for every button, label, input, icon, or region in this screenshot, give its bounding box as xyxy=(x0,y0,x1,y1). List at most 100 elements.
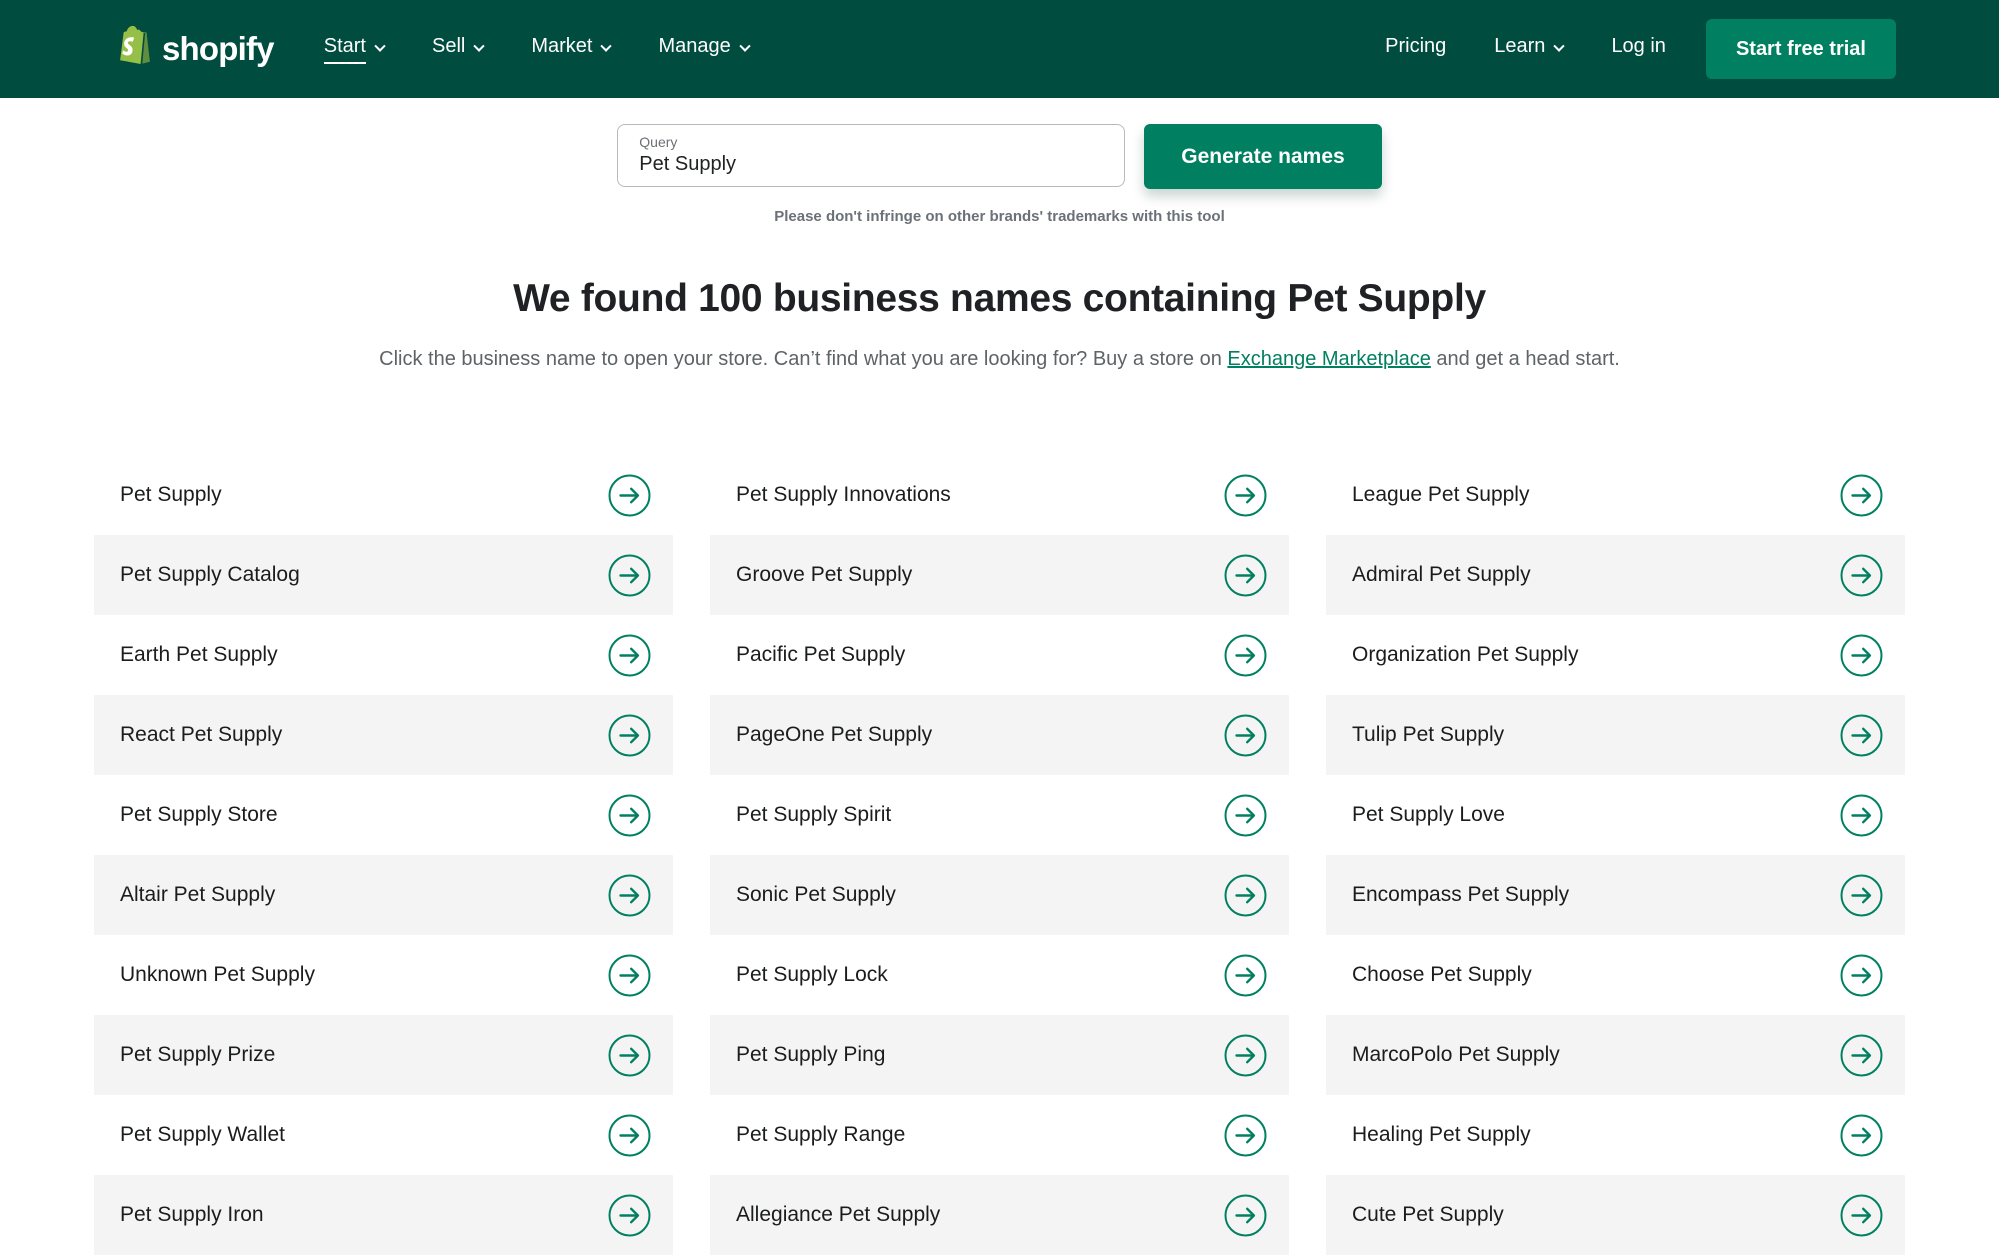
arrow-right-icon xyxy=(608,1194,651,1236)
business-name-row[interactable]: Pet Supply Catalog xyxy=(94,535,673,615)
business-name-label: Allegiance Pet Supply xyxy=(736,1203,941,1226)
chevron-down-icon xyxy=(1553,40,1566,52)
business-name-row[interactable]: Earth Pet Supply xyxy=(94,615,673,695)
query-section: Query Generate names xyxy=(0,124,1999,189)
business-name-label: Groove Pet Supply xyxy=(736,563,913,586)
query-field[interactable]: Query xyxy=(617,124,1126,187)
arrow-right-icon xyxy=(1224,474,1267,516)
arrow-right-icon xyxy=(1840,714,1883,756)
business-name-label: Earth Pet Supply xyxy=(120,643,278,666)
business-name-row[interactable]: Sonic Pet Supply xyxy=(710,855,1289,935)
arrow-right-icon xyxy=(608,1114,651,1156)
arrow-right-icon xyxy=(1840,874,1883,916)
business-name-label: Cute Pet Supply xyxy=(1352,1203,1504,1226)
business-name-row[interactable]: Altair Pet Supply xyxy=(94,855,673,935)
business-name-row[interactable]: Pet Supply Ping xyxy=(710,1015,1289,1095)
arrow-right-icon xyxy=(1224,1034,1267,1076)
business-name-row[interactable]: PageOne Pet Supply xyxy=(710,695,1289,775)
top-navigation-bar: shopify Start Sell Market Manage Pricing… xyxy=(0,0,1999,98)
nav-item-learn[interactable]: Learn xyxy=(1494,35,1566,64)
results-title: We found 100 business names containing P… xyxy=(513,277,1486,320)
business-name-label: Tulip Pet Supply xyxy=(1352,723,1505,746)
arrow-right-icon xyxy=(608,474,651,516)
results-subtitle-text: and get a head start. xyxy=(1430,348,1620,370)
business-name-row[interactable]: Pet Supply Prize xyxy=(94,1015,673,1095)
results-column: Pet Supply Pet Supply Catalog Earth Pet Su… xyxy=(94,455,673,1255)
business-name-row[interactable]: Cute Pet Supply xyxy=(1326,1175,1905,1255)
arrow-right-icon xyxy=(1224,1114,1267,1156)
business-name-row[interactable]: Encompass Pet Supply xyxy=(1326,855,1905,935)
business-name-label: Pet Supply Spirit xyxy=(736,803,892,826)
start-free-trial-button[interactable]: Start free trial xyxy=(1705,19,1896,79)
shopify-wordmark: shopify xyxy=(162,30,275,67)
shopify-bag-icon xyxy=(112,24,152,74)
arrow-right-icon xyxy=(1840,1194,1883,1236)
business-name-row[interactable]: Pet Supply Range xyxy=(710,1095,1289,1175)
nav-item-start[interactable]: Start xyxy=(323,35,386,64)
nav-item-pricing[interactable]: Pricing xyxy=(1385,35,1446,64)
business-name-row[interactable]: React Pet Supply xyxy=(94,695,673,775)
arrow-right-icon xyxy=(1224,954,1267,996)
arrow-right-icon xyxy=(608,714,651,756)
arrow-right-icon xyxy=(608,1034,651,1076)
business-name-row[interactable]: Pet Supply Spirit xyxy=(710,775,1289,855)
secondary-nav: Pricing Learn Log in Start free trial xyxy=(1385,19,1896,79)
nav-item-login[interactable]: Log in xyxy=(1611,35,1666,64)
results-grid: Pet Supply Pet Supply Catalog Earth Pet Su… xyxy=(94,455,1905,1255)
business-name-row[interactable]: Unknown Pet Supply xyxy=(94,935,673,1015)
business-name-row[interactable]: Pet Supply Lock xyxy=(710,935,1289,1015)
business-name-row[interactable]: Organization Pet Supply xyxy=(1326,615,1905,695)
business-name-label: Organization Pet Supply xyxy=(1352,643,1579,666)
business-name-label: Pet Supply Prize xyxy=(120,1043,276,1066)
results-column: Pet Supply Innovations Groove Pet Supply P… xyxy=(710,455,1289,1255)
business-name-row[interactable]: Pacific Pet Supply xyxy=(710,615,1289,695)
business-name-row[interactable]: Tulip Pet Supply xyxy=(1326,695,1905,775)
business-name-row[interactable]: MarcoPolo Pet Supply xyxy=(1326,1015,1905,1095)
chevron-down-icon xyxy=(600,40,613,52)
name-generator-page: Query Generate names Please don't infrin… xyxy=(0,124,1999,1255)
nav-item-manage[interactable]: Manage xyxy=(658,35,751,64)
arrow-right-icon xyxy=(1840,954,1883,996)
business-name-row[interactable]: Pet Supply Store xyxy=(94,775,673,855)
chevron-down-icon xyxy=(473,40,486,52)
business-name-label: Pet Supply xyxy=(120,483,222,506)
business-name-row[interactable]: Pet Supply Wallet xyxy=(94,1095,673,1175)
business-name-label: Pet Supply Lock xyxy=(736,963,888,986)
business-name-label: PageOne Pet Supply xyxy=(736,723,933,746)
business-name-row[interactable]: Pet Supply xyxy=(94,455,673,535)
business-name-row[interactable]: Pet Supply Iron xyxy=(94,1175,673,1255)
business-name-row[interactable]: Allegiance Pet Supply xyxy=(710,1175,1289,1255)
arrow-right-icon xyxy=(1840,474,1883,516)
arrow-right-icon xyxy=(1224,714,1267,756)
results-subtitle-text: Click the business name to open your sto… xyxy=(379,348,1228,370)
business-name-row[interactable]: Groove Pet Supply xyxy=(710,535,1289,615)
query-input[interactable] xyxy=(639,153,1104,176)
business-name-row[interactable]: League Pet Supply xyxy=(1326,455,1905,535)
business-name-label: Pet Supply Catalog xyxy=(120,563,300,586)
arrow-right-icon xyxy=(1224,794,1267,836)
nav-item-market[interactable]: Market xyxy=(531,35,613,64)
arrow-right-icon xyxy=(1224,554,1267,596)
business-name-label: Choose Pet Supply xyxy=(1352,963,1532,986)
business-name-label: React Pet Supply xyxy=(120,723,283,746)
business-name-row[interactable]: Choose Pet Supply xyxy=(1326,935,1905,1015)
business-name-label: Pet Supply Ping xyxy=(736,1043,886,1066)
business-name-row[interactable]: Pet Supply Innovations xyxy=(710,455,1289,535)
arrow-right-icon xyxy=(608,954,651,996)
arrow-right-icon xyxy=(1224,1194,1267,1236)
nav-item-sell[interactable]: Sell xyxy=(432,35,486,64)
arrow-right-icon xyxy=(1224,874,1267,916)
arrow-right-icon xyxy=(608,794,651,836)
business-name-label: Altair Pet Supply xyxy=(120,883,276,906)
shopify-logo[interactable]: shopify xyxy=(112,24,275,74)
business-name-row[interactable]: Pet Supply Love xyxy=(1326,775,1905,855)
arrow-right-icon xyxy=(1840,794,1883,836)
exchange-marketplace-link[interactable]: Exchange Marketplace xyxy=(1227,348,1430,370)
business-name-label: Pet Supply Range xyxy=(736,1123,906,1146)
business-name-row[interactable]: Healing Pet Supply xyxy=(1326,1095,1905,1175)
results-column: League Pet Supply Admiral Pet Supply Organ… xyxy=(1326,455,1905,1255)
business-name-row[interactable]: Admiral Pet Supply xyxy=(1326,535,1905,615)
business-name-label: Pet Supply Innovations xyxy=(736,483,951,506)
generate-names-button[interactable]: Generate names xyxy=(1144,124,1382,189)
business-name-label: MarcoPolo Pet Supply xyxy=(1352,1043,1560,1066)
